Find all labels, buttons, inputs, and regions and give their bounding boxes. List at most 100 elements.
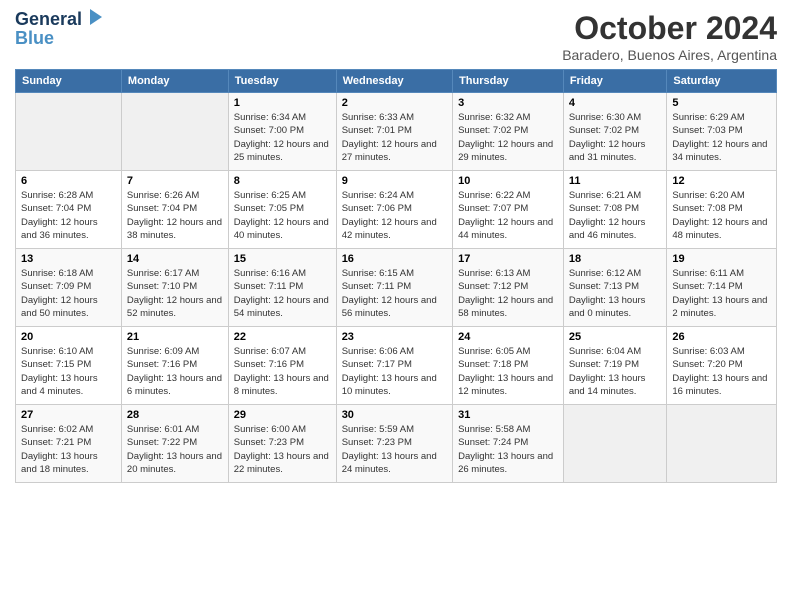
- day-info: Sunrise: 6:09 AMSunset: 7:16 PMDaylight:…: [127, 345, 223, 398]
- table-row: 14Sunrise: 6:17 AMSunset: 7:10 PMDayligh…: [121, 249, 228, 327]
- day-number: 21: [127, 331, 223, 343]
- day-number: 29: [234, 409, 331, 421]
- table-row: 10Sunrise: 6:22 AMSunset: 7:07 PMDayligh…: [453, 171, 564, 249]
- table-row: 25Sunrise: 6:04 AMSunset: 7:19 PMDayligh…: [563, 327, 667, 405]
- day-number: 3: [458, 97, 558, 109]
- day-info: Sunrise: 6:15 AMSunset: 7:11 PMDaylight:…: [342, 267, 447, 320]
- col-wednesday: Wednesday: [336, 70, 452, 93]
- table-row: 27 Sunrise: 6:02 AMSunset: 7:21 PMDayligh…: [16, 405, 122, 483]
- day-number: 20: [21, 331, 116, 343]
- day-info: Sunrise: 6:18 AMSunset: 7:09 PMDaylight:…: [21, 267, 116, 320]
- table-row: 8 Sunrise: 6:25 AMSunset: 7:05 PMDaylight…: [228, 171, 336, 249]
- table-row: [667, 405, 777, 483]
- title-block: October 2024 Baradero, Buenos Aires, Arg…: [562, 10, 777, 63]
- day-info: Sunrise: 5:59 AMSunset: 7:23 PMDaylight:…: [342, 423, 447, 476]
- calendar-week-row: 6Sunrise: 6:28 AMSunset: 7:04 PMDaylight…: [16, 171, 777, 249]
- day-number: 23: [342, 331, 447, 343]
- day-number: 17: [458, 253, 558, 265]
- table-row: 7 Sunrise: 6:26 AMSunset: 7:04 PMDaylight…: [121, 171, 228, 249]
- day-number: 6: [21, 175, 116, 187]
- col-tuesday: Tuesday: [228, 70, 336, 93]
- table-row: 13Sunrise: 6:18 AMSunset: 7:09 PMDayligh…: [16, 249, 122, 327]
- day-number: 31: [458, 409, 558, 421]
- table-row: 16 Sunrise: 6:15 AMSunset: 7:11 PMDayligh…: [336, 249, 452, 327]
- col-sunday: Sunday: [16, 70, 122, 93]
- day-info: Sunrise: 6:26 AMSunset: 7:04 PMDaylight:…: [127, 189, 223, 242]
- day-number: 11: [569, 175, 662, 187]
- day-number: 18: [569, 253, 662, 265]
- day-info: Sunrise: 6:21 AMSunset: 7:08 PMDaylight:…: [569, 189, 662, 242]
- table-row: 11 Sunrise: 6:21 AMSunset: 7:08 PMDayligh…: [563, 171, 667, 249]
- header: General Blue October 2024 Baradero, Buen…: [15, 10, 777, 63]
- table-row: 18 Sunrise: 6:12 AMSunset: 7:13 PMDayligh…: [563, 249, 667, 327]
- table-row: 1 Sunrise: 6:34 AMSunset: 7:00 PMDaylight…: [228, 93, 336, 171]
- day-number: 8: [234, 175, 331, 187]
- day-info: Sunrise: 6:02 AMSunset: 7:21 PMDaylight:…: [21, 423, 116, 476]
- day-number: 28: [127, 409, 223, 421]
- calendar-week-row: 1 Sunrise: 6:34 AMSunset: 7:00 PMDaylight…: [16, 93, 777, 171]
- day-info: Sunrise: 6:10 AMSunset: 7:15 PMDaylight:…: [21, 345, 116, 398]
- day-info: Sunrise: 6:24 AMSunset: 7:06 PMDaylight:…: [342, 189, 447, 242]
- calendar-header-row: Sunday Monday Tuesday Wednesday Thursday…: [16, 70, 777, 93]
- table-row: 20 Sunrise: 6:10 AMSunset: 7:15 PMDayligh…: [16, 327, 122, 405]
- day-number: 27: [21, 409, 116, 421]
- day-number: 4: [569, 97, 662, 109]
- day-number: 16: [342, 253, 447, 265]
- day-number: 15: [234, 253, 331, 265]
- table-row: 19Sunrise: 6:11 AMSunset: 7:14 PMDayligh…: [667, 249, 777, 327]
- page-title: October 2024: [562, 10, 777, 47]
- calendar-week-row: 13Sunrise: 6:18 AMSunset: 7:09 PMDayligh…: [16, 249, 777, 327]
- table-row: 6Sunrise: 6:28 AMSunset: 7:04 PMDaylight…: [16, 171, 122, 249]
- table-row: 22Sunrise: 6:07 AMSunset: 7:16 PMDayligh…: [228, 327, 336, 405]
- col-monday: Monday: [121, 70, 228, 93]
- day-number: 10: [458, 175, 558, 187]
- day-info: Sunrise: 6:29 AMSunset: 7:03 PMDaylight:…: [672, 111, 771, 164]
- col-friday: Friday: [563, 70, 667, 93]
- day-info: Sunrise: 6:32 AMSunset: 7:02 PMDaylight:…: [458, 111, 558, 164]
- day-info: Sunrise: 6:33 AMSunset: 7:01 PMDaylight:…: [342, 111, 447, 164]
- day-info: Sunrise: 6:16 AMSunset: 7:11 PMDaylight:…: [234, 267, 331, 320]
- table-row: 9 Sunrise: 6:24 AMSunset: 7:06 PMDaylight…: [336, 171, 452, 249]
- calendar-week-row: 20 Sunrise: 6:10 AMSunset: 7:15 PMDayligh…: [16, 327, 777, 405]
- calendar-week-row: 27 Sunrise: 6:02 AMSunset: 7:21 PMDayligh…: [16, 405, 777, 483]
- day-info: Sunrise: 6:25 AMSunset: 7:05 PMDaylight:…: [234, 189, 331, 242]
- day-info: Sunrise: 6:00 AMSunset: 7:23 PMDaylight:…: [234, 423, 331, 476]
- day-info: Sunrise: 6:07 AMSunset: 7:16 PMDaylight:…: [234, 345, 331, 398]
- day-number: 7: [127, 175, 223, 187]
- table-row: 23 Sunrise: 6:06 AMSunset: 7:17 PMDayligh…: [336, 327, 452, 405]
- day-number: 14: [127, 253, 223, 265]
- day-number: 24: [458, 331, 558, 343]
- table-row: 12 Sunrise: 6:20 AMSunset: 7:08 PMDayligh…: [667, 171, 777, 249]
- day-info: Sunrise: 6:04 AMSunset: 7:19 PMDaylight:…: [569, 345, 662, 398]
- day-info: Sunrise: 6:13 AMSunset: 7:12 PMDaylight:…: [458, 267, 558, 320]
- table-row: 3 Sunrise: 6:32 AMSunset: 7:02 PMDaylight…: [453, 93, 564, 171]
- logo-triangle-icon: [90, 9, 102, 25]
- day-info: Sunrise: 6:03 AMSunset: 7:20 PMDaylight:…: [672, 345, 771, 398]
- day-number: 30: [342, 409, 447, 421]
- table-row: 21 Sunrise: 6:09 AMSunset: 7:16 PMDayligh…: [121, 327, 228, 405]
- day-info: Sunrise: 6:05 AMSunset: 7:18 PMDaylight:…: [458, 345, 558, 398]
- day-number: 12: [672, 175, 771, 187]
- logo-blue: Blue: [15, 28, 54, 49]
- day-number: 1: [234, 97, 331, 109]
- day-info: Sunrise: 6:34 AMSunset: 7:00 PMDaylight:…: [234, 111, 331, 164]
- calendar-table: Sunday Monday Tuesday Wednesday Thursday…: [15, 69, 777, 483]
- table-row: 24 Sunrise: 6:05 AMSunset: 7:18 PMDayligh…: [453, 327, 564, 405]
- day-number: 19: [672, 253, 771, 265]
- day-info: Sunrise: 6:20 AMSunset: 7:08 PMDaylight:…: [672, 189, 771, 242]
- day-number: 9: [342, 175, 447, 187]
- day-info: Sunrise: 6:30 AMSunset: 7:02 PMDaylight:…: [569, 111, 662, 164]
- col-saturday: Saturday: [667, 70, 777, 93]
- day-number: 26: [672, 331, 771, 343]
- table-row: [121, 93, 228, 171]
- day-info: Sunrise: 6:06 AMSunset: 7:17 PMDaylight:…: [342, 345, 447, 398]
- table-row: 28 Sunrise: 6:01 AMSunset: 7:22 PMDayligh…: [121, 405, 228, 483]
- page-subtitle: Baradero, Buenos Aires, Argentina: [562, 47, 777, 63]
- day-info: Sunrise: 6:01 AMSunset: 7:22 PMDaylight:…: [127, 423, 223, 476]
- logo-general: General: [15, 9, 82, 29]
- day-number: 5: [672, 97, 771, 109]
- day-info: Sunrise: 5:58 AMSunset: 7:24 PMDaylight:…: [458, 423, 558, 476]
- day-info: Sunrise: 6:12 AMSunset: 7:13 PMDaylight:…: [569, 267, 662, 320]
- table-row: 4 Sunrise: 6:30 AMSunset: 7:02 PMDaylight…: [563, 93, 667, 171]
- day-number: 2: [342, 97, 447, 109]
